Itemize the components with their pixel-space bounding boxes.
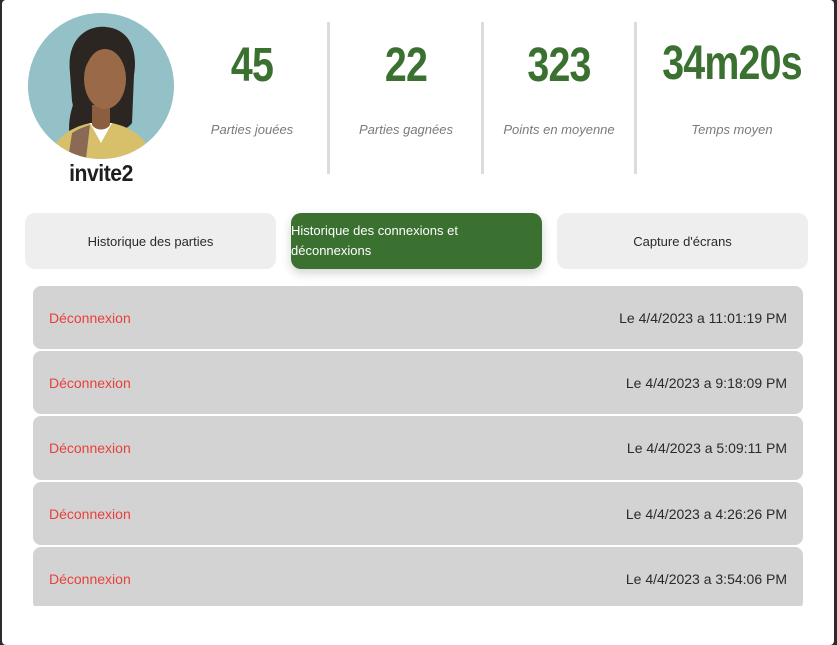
event-time: Le 4/4/2023 a 5:09:11 PM	[626, 440, 787, 456]
event-type: Déconnexion	[49, 505, 131, 522]
stat-games-played: 45 Parties jouées	[176, 22, 328, 174]
event-type: Déconnexion	[49, 570, 131, 587]
list-item: Déconnexion Le 4/4/2023 a 3:54:06 PM	[33, 547, 803, 606]
tab-screenshots[interactable]: Capture d'écrans	[557, 213, 808, 269]
list-item: Déconnexion Le 4/4/2023 a 9:18:09 PM	[33, 351, 803, 414]
event-time: Le 4/4/2023 a 3:54:06 PM	[625, 570, 787, 587]
avatar-illustration	[28, 13, 174, 159]
list-item: Déconnexion Le 4/4/2023 a 4:26:26 PM	[33, 482, 803, 545]
stat-label: Parties jouées	[210, 122, 294, 137]
event-type: Déconnexion	[49, 309, 131, 326]
stat-label: Temps moyen	[691, 122, 773, 137]
tab-connection-history[interactable]: Historique des connexions et déconnexion…	[291, 213, 542, 269]
stat-average-time: 34m20s Temps moyen	[637, 22, 827, 174]
event-time: Le 4/4/2023 a 9:18:09 PM	[625, 374, 787, 391]
username: invite2	[69, 160, 133, 186]
stat-value: 45	[230, 39, 274, 92]
stat-value: 323	[527, 39, 591, 92]
list-item: Déconnexion Le 4/4/2023 a 5:09:11 PM	[33, 416, 803, 480]
event-type: Déconnexion	[49, 440, 131, 456]
avatar	[28, 13, 174, 159]
stat-value: 22	[384, 39, 428, 92]
connection-list[interactable]: Déconnexion Le 4/4/2023 a 11:01:19 PM Dé…	[33, 286, 803, 606]
event-time: Le 4/4/2023 a 11:01:19 PM	[619, 309, 787, 326]
stat-value: 34m20s	[662, 37, 802, 90]
event-time: Le 4/4/2023 a 4:26:26 PM	[625, 505, 787, 522]
stat-average-points: 323 Points en moyenne	[484, 22, 634, 174]
tab-game-history[interactable]: Historique des parties	[25, 213, 276, 269]
stat-label: Parties gagnées	[359, 122, 453, 137]
stat-games-won: 22 Parties gagnées	[330, 22, 482, 174]
stat-label: Points en moyenne	[503, 122, 615, 137]
event-type: Déconnexion	[49, 374, 131, 391]
profile-panel: invite2 45 Parties jouées 22 Parties gag…	[2, 0, 834, 645]
list-item: Déconnexion Le 4/4/2023 a 11:01:19 PM	[33, 286, 803, 349]
